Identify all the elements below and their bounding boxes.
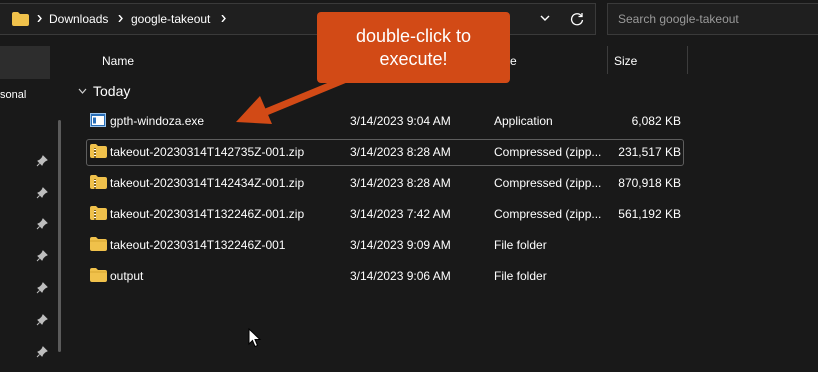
file-type: File folder [494,269,547,283]
file-size: 561,192 KB [618,207,681,221]
zip-folder-icon [90,144,107,158]
file-type: Compressed (zipp... [494,145,602,159]
file-size: 231,517 KB [618,145,681,159]
pin-icon[interactable] [36,218,48,230]
file-date: 3/14/2023 8:28 AM [350,176,451,190]
file-row[interactable]: takeout-20230314T132246Z-001.zip 3/14/20… [86,201,684,228]
folder-icon [12,12,29,26]
file-row[interactable]: takeout-20230314T142735Z-001.zip 3/14/20… [86,139,684,166]
file-row[interactable]: takeout-20230314T132246Z-001 3/14/2023 9… [86,232,684,259]
chevron-right-icon[interactable] [220,15,227,22]
zip-folder-icon [90,175,107,189]
file-date: 3/14/2023 7:42 AM [350,207,451,221]
mouse-cursor-icon [248,328,262,348]
application-icon [90,113,106,127]
pin-icon[interactable] [36,250,48,262]
chevron-right-icon [118,15,123,22]
file-date: 3/14/2023 8:28 AM [350,145,451,159]
folder-icon [90,268,107,282]
breadcrumb-downloads[interactable]: Downloads [49,12,108,26]
sidebar-item-label[interactable]: sonal [0,89,26,101]
file-name: takeout-20230314T142735Z-001.zip [110,145,305,159]
pin-icon[interactable] [36,346,48,358]
file-name: output [110,269,144,283]
column-divider[interactable] [687,46,688,74]
file-name: takeout-20230314T132246Z-001 [110,238,286,252]
file-date: 3/14/2023 9:06 AM [350,269,451,283]
column-header-name[interactable]: Name [102,54,134,68]
file-name: takeout-20230314T132246Z-001.zip [110,207,305,221]
search-placeholder: Search google-takeout [618,12,739,26]
pin-icon[interactable] [36,314,48,326]
file-type: Compressed (zipp... [494,176,602,190]
refresh-icon[interactable] [570,12,584,26]
file-type: Compressed (zipp... [494,207,602,221]
file-row[interactable]: takeout-20230314T142434Z-001.zip 3/14/20… [86,170,684,197]
callout-box: double-click to execute! [317,12,510,83]
chevron-down-icon[interactable] [540,15,550,22]
pin-icon[interactable] [36,187,48,199]
folder-icon [90,237,107,251]
file-row[interactable]: gpth-windoza.exe 3/14/2023 9:04 AM Appli… [86,108,684,135]
chevron-right-icon [37,15,42,22]
chevron-down-icon[interactable] [78,88,87,94]
file-type: Application [494,114,553,128]
file-name: takeout-20230314T142434Z-001.zip [110,176,305,190]
callout-line-2: execute! [379,49,448,69]
callout-line-1: double-click to [355,26,472,46]
column-divider[interactable] [607,46,608,74]
sidebar-scrollbar[interactable] [58,120,61,352]
group-header-today[interactable]: Today [93,83,130,99]
zip-folder-icon [90,206,107,220]
file-size: 870,918 KB [618,176,681,190]
sidebar-item-selected[interactable] [0,46,50,79]
file-type: File folder [494,238,547,252]
file-row[interactable]: output 3/14/2023 9:06 AM File folder [86,263,684,290]
search-input[interactable]: Search google-takeout [607,3,818,35]
file-date: 3/14/2023 9:09 AM [350,238,451,252]
pin-icon[interactable] [36,282,48,294]
pin-icon[interactable] [36,155,48,167]
file-name: gpth-windoza.exe [110,114,205,128]
file-size: 6,082 KB [631,114,681,128]
breadcrumb-google-takeout[interactable]: google-takeout [131,12,210,26]
column-header-type[interactable]: e [510,54,517,68]
column-header-size[interactable]: Size [614,54,637,68]
